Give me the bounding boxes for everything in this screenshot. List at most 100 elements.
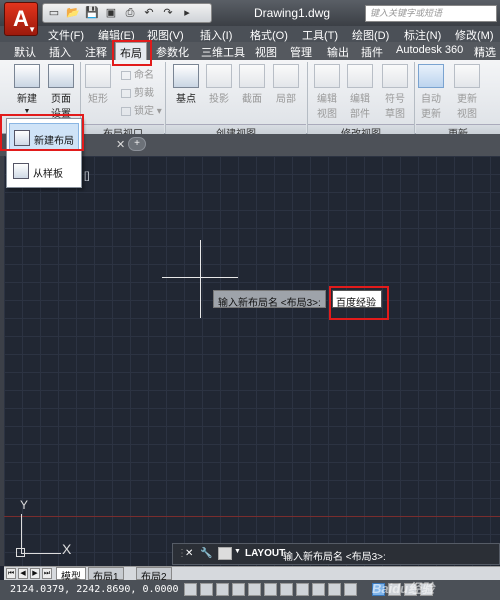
close-command-line-icon[interactable]: ✕ (185, 548, 193, 559)
coordinate-readout: 2124.0379, 2242.8690, 0.0000 (10, 584, 179, 595)
lineweight-icon[interactable] (344, 583, 357, 596)
undo-icon[interactable]: ↶ (141, 6, 157, 20)
tab-autodesk-360[interactable]: Autodesk 360 (396, 44, 463, 56)
ucs-origin-icon (16, 548, 25, 557)
drawing-canvas[interactable] (4, 156, 500, 566)
detail-view-icon (273, 64, 299, 88)
menu-dimension[interactable]: 标注(N) (404, 27, 441, 43)
update-view-button[interactable]: 更新 视图 (452, 64, 482, 120)
3d-object-snap-icon[interactable] (280, 583, 293, 596)
base-view-icon (173, 64, 199, 88)
application-menu-button[interactable]: A ▼ (4, 2, 38, 36)
clip-icon (121, 88, 131, 98)
dropdown-arrow-icon[interactable]: ▼ (234, 548, 241, 555)
menu-tools[interactable]: 工具(T) (302, 27, 338, 43)
last-tab-icon[interactable]: ⏭ (42, 568, 52, 579)
new-document-tab-button[interactable]: + (128, 137, 146, 151)
ucs-y-label: Y (20, 498, 29, 512)
lock-icon (121, 106, 131, 116)
projected-view-icon (206, 64, 232, 88)
tab-annotate[interactable]: 注释 (85, 44, 107, 60)
name-viewport-button[interactable]: 命名 (121, 66, 154, 81)
tab-3d-tools[interactable]: 三维工具 (201, 44, 245, 60)
customize-icon[interactable]: ▸ (179, 6, 195, 20)
section-view-button[interactable]: 截面 (238, 64, 266, 105)
ribbon-tab-bar: 默认 插入 注释 布局 参数化 三维工具 视图 管理 输出 插件 Autodes… (0, 42, 500, 75)
detail-view-button[interactable]: 局部 (272, 64, 300, 105)
object-snap-icon[interactable] (264, 583, 277, 596)
document-title: Drawing1.dwg (254, 6, 331, 20)
next-tab-icon[interactable]: ▶ (30, 568, 40, 579)
tab-parametric[interactable]: 参数化 (156, 44, 189, 60)
edit-view-button[interactable]: 编辑 视图 (312, 64, 342, 120)
menu-draw[interactable]: 绘图(D) (352, 27, 389, 43)
open-icon[interactable]: 📂 (65, 6, 81, 20)
snap-mode-icon[interactable] (200, 583, 213, 596)
edit-components-button[interactable]: 编辑 部件 (345, 64, 375, 120)
customize-wrench-icon[interactable]: 🔧 (200, 548, 212, 559)
auto-update-button[interactable]: 自动 更新 (416, 64, 446, 120)
redo-icon[interactable]: ↷ (160, 6, 176, 20)
edit-view-icon (314, 64, 340, 88)
ucs-x-axis (21, 553, 61, 554)
autocad-logo-icon: A (13, 6, 29, 31)
page-setup-button[interactable]: 页面 设置 (46, 64, 76, 120)
dropdown-arrow-icon: ▼ (28, 25, 36, 34)
print-icon[interactable]: ⎙ (122, 6, 138, 20)
tab-plugins[interactable]: 插件 (361, 44, 383, 60)
command-prompt: 输入新布局名 <布局3>: (283, 552, 386, 563)
symbol-sketch-button[interactable]: 符号 草图 (380, 64, 410, 120)
ortho-mode-icon[interactable] (232, 583, 245, 596)
tab-manage[interactable]: 管理 (290, 44, 312, 60)
tab-home[interactable]: 默认 (14, 44, 36, 60)
command-keyword: LAYOUT (245, 548, 286, 559)
menu-item-from-template[interactable]: 从样板 (9, 157, 79, 185)
layout-tab-layout1[interactable]: 布局1 (88, 567, 124, 583)
menu-view[interactable]: 视图(V) (147, 27, 184, 43)
menu-insert[interactable]: 插入(I) (200, 27, 232, 43)
infer-constraints-icon[interactable] (184, 583, 197, 596)
menu-file[interactable]: 文件(F) (48, 27, 84, 43)
viewport-label[interactable]: [] (84, 171, 90, 182)
section-view-icon (239, 64, 265, 88)
layout-tab-model[interactable]: 模型 (56, 567, 86, 583)
clip-viewport-button[interactable]: 剪裁 (121, 84, 154, 99)
tab-output[interactable]: 输出 (327, 44, 349, 60)
tab-view[interactable]: 视图 (255, 44, 277, 60)
dynamic-input-icon[interactable] (328, 583, 341, 596)
search-input[interactable]: 键入关键字或短语 (365, 5, 497, 22)
recent-commands-icon[interactable] (218, 547, 232, 560)
template-icon (13, 163, 29, 179)
first-tab-icon[interactable]: ⏮ (6, 568, 16, 579)
ribbon-separator (307, 62, 308, 140)
menu-bar: 文件(F) 编辑(E) 视图(V) 插入(I) 格式(O) 工具(T) 绘图(D… (0, 26, 500, 42)
menu-modify[interactable]: 修改(M) (455, 27, 494, 43)
symbol-sketch-icon (382, 64, 408, 88)
allow-dynamic-ucs-icon[interactable] (312, 583, 325, 596)
crosshair-cursor-vertical (200, 240, 201, 318)
rect-viewport-button[interactable]: 矩形 (84, 64, 112, 105)
prev-tab-icon[interactable]: ◀ (18, 568, 28, 579)
tab-insert[interactable]: 插入 (49, 44, 71, 60)
dynamic-input-prompt: 输入新布局名 <布局3>: (213, 290, 326, 309)
menu-format[interactable]: 格式(O) (250, 27, 288, 43)
ribbon-separator (414, 62, 415, 140)
page-setup-icon (48, 64, 74, 88)
save-icon[interactable]: 💾 (84, 6, 100, 20)
base-view-button[interactable]: 基点 (172, 64, 200, 105)
new-layout-button[interactable]: 新建 ▼ (12, 64, 42, 116)
lock-viewport-button[interactable]: 锁定 ▾ (121, 102, 162, 117)
polar-tracking-icon[interactable] (248, 583, 261, 596)
auto-update-icon (418, 64, 444, 88)
highlight-box-layout-name (329, 286, 389, 320)
object-snap-tracking-icon[interactable] (296, 583, 309, 596)
update-view-icon (454, 64, 480, 88)
saveas-icon[interactable]: ▣ (103, 6, 119, 20)
grid-display-icon[interactable] (216, 583, 229, 596)
close-document-tab-icon[interactable]: ✕ (116, 138, 125, 151)
layout-tab-layout2[interactable]: 布局2 (136, 567, 172, 583)
projected-view-button[interactable]: 投影 (205, 64, 233, 105)
new-icon[interactable]: ▭ (46, 6, 62, 20)
command-line[interactable]: ⋮ ✕ 🔧 ▼ LAYOUT 输入新布局名 <布局3>: (172, 543, 500, 565)
highlight-box-layout-tab (112, 40, 152, 66)
